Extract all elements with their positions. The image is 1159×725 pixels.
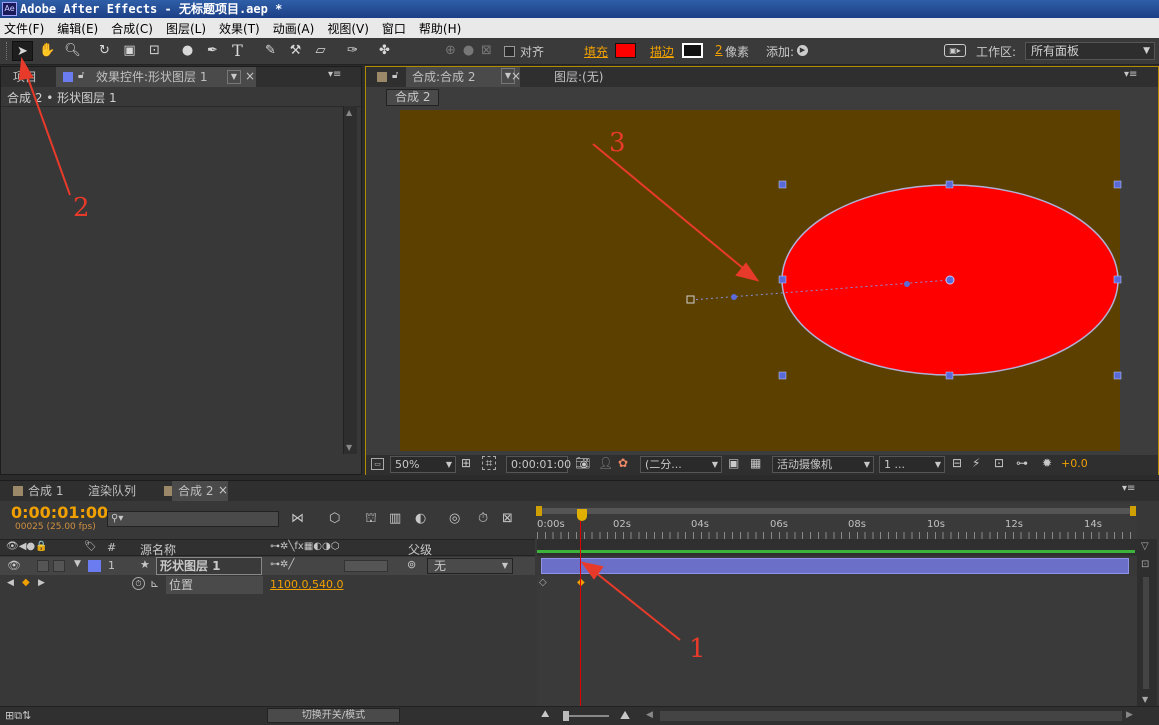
annotation-label-2: 2 — [73, 193, 90, 223]
annotation-overlay — [18, 56, 681, 641]
annotation-arrow-1 — [580, 561, 681, 641]
annotation-label-1: 1 — [689, 634, 706, 664]
annotation-arrow-2 — [18, 56, 71, 196]
